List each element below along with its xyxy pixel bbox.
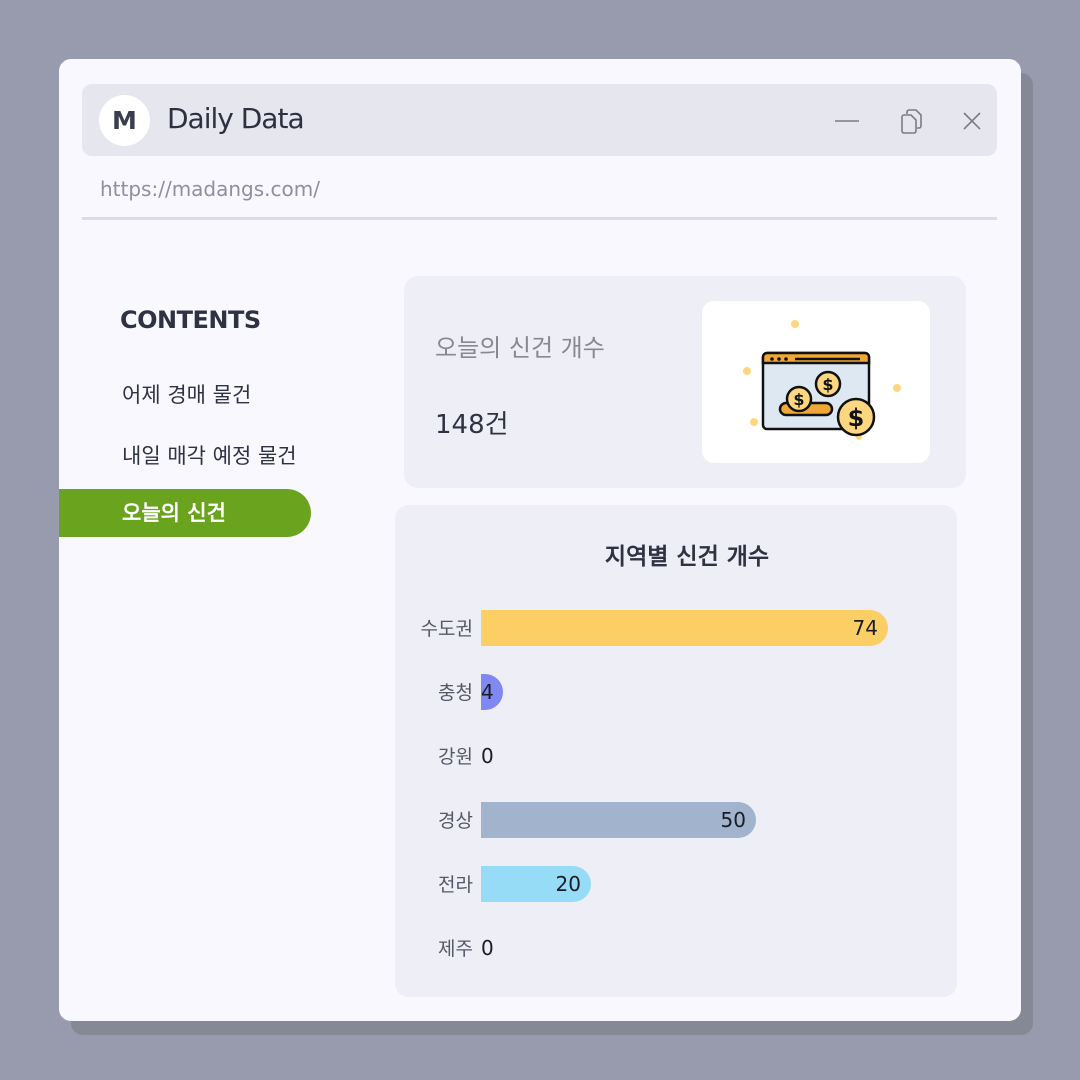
- app-logo: M: [99, 95, 150, 146]
- minimize-button[interactable]: [832, 106, 862, 136]
- summary-label: 오늘의 신건 개수: [435, 334, 605, 362]
- svg-text:$: $: [793, 390, 804, 409]
- app-title: Daily Data: [167, 102, 305, 135]
- value-label: 50: [721, 808, 746, 832]
- restore-icon: [901, 109, 922, 134]
- value-label: 0: [481, 936, 494, 960]
- value-label: 74: [853, 616, 878, 640]
- category-label: 제주: [438, 938, 473, 960]
- summary-icon-box: $ $ $: [702, 301, 930, 463]
- bar: [481, 802, 756, 838]
- sidebar-item-yesterday-auction[interactable]: 어제 경매 물건: [59, 371, 311, 419]
- region-bar-chart: 수도권 74 충청 4 강원 0 경상 50 전라 20 제주 0: [421, 610, 888, 960]
- value-label: 0: [481, 744, 494, 768]
- value-label: 4: [481, 680, 494, 704]
- url-bar[interactable]: https://madangs.com/: [100, 177, 320, 201]
- money-browser-icon: $ $ $: [743, 320, 901, 440]
- sidebar-item-tomorrow-sale[interactable]: 내일 매각 예정 물건: [59, 432, 311, 480]
- category-label: 경상: [438, 810, 473, 832]
- summary-value: 148건: [435, 410, 509, 440]
- close-icon: [963, 112, 981, 130]
- svg-text:$: $: [822, 375, 833, 394]
- category-label: 전라: [438, 874, 473, 896]
- close-button[interactable]: [957, 106, 987, 136]
- url-divider: [82, 217, 997, 220]
- summary-card: 오늘의 신건 개수 148건 $ $ $: [404, 276, 966, 488]
- app-window: M Daily Data https://madangs.com/ CONTEN…: [59, 59, 1021, 1021]
- value-label: 20: [556, 872, 581, 896]
- sidebar-heading: CONTENTS: [120, 306, 261, 334]
- sidebar-item-today-new[interactable]: 오늘의 신건: [59, 489, 311, 537]
- category-label: 수도권: [421, 618, 473, 640]
- minimize-icon: [835, 120, 859, 122]
- category-label: 충청: [438, 682, 473, 704]
- svg-text:$: $: [848, 404, 865, 432]
- title-bar: M Daily Data: [82, 84, 997, 156]
- category-label: 강원: [438, 746, 473, 768]
- chart-card: 지역별 신건 개수 수도권 74 충청 4 강원 0 경상 50 전라 20 제주 0: [395, 505, 957, 997]
- restore-button[interactable]: [896, 106, 926, 136]
- bar: [481, 610, 888, 646]
